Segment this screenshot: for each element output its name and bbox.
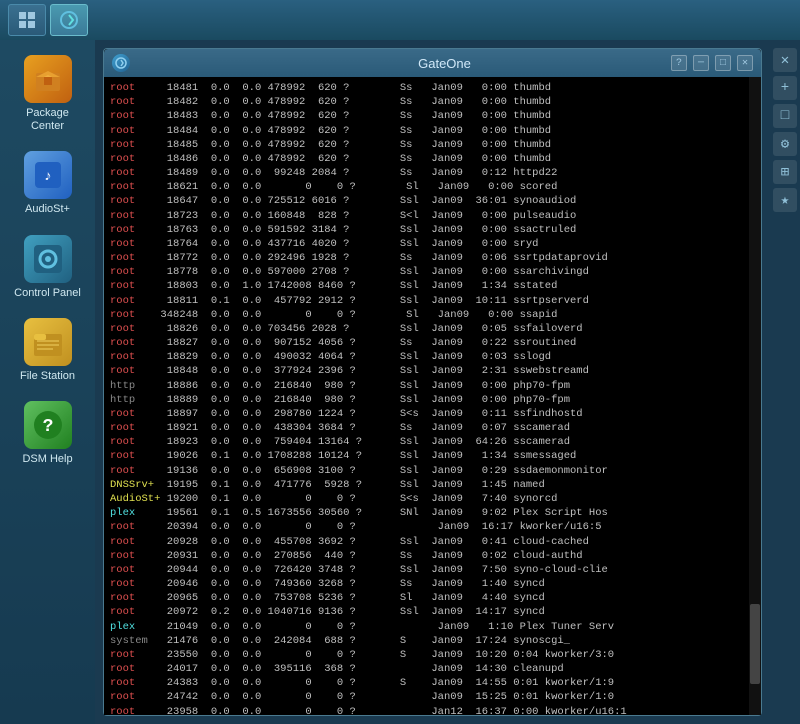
audiost-label: AudioSt+ xyxy=(25,203,70,216)
sidebar-item-control-panel[interactable]: Control Panel xyxy=(8,230,88,305)
taskbar xyxy=(0,0,800,40)
sidebar-item-dsm-help[interactable]: ? DSM Help xyxy=(8,396,88,471)
dsm-help-label: DSM Help xyxy=(22,453,72,466)
right-star-btn[interactable]: ★ xyxy=(773,188,797,212)
main-layout: Package Center ♪ AudioSt+ Control Panel xyxy=(0,40,800,724)
terminal-window: GateOne ? ─ □ ✕ root 18481 0.0 0.0 47899… xyxy=(103,48,762,716)
sidebar-item-audiost[interactable]: ♪ AudioSt+ xyxy=(8,146,88,221)
sidebar-item-file-station[interactable]: File Station xyxy=(8,313,88,388)
right-screen-btn[interactable]: □ xyxy=(773,104,797,128)
scroll-thumb[interactable] xyxy=(750,604,760,684)
terminal-minimize-btn[interactable]: ─ xyxy=(693,55,709,71)
right-grid-btn[interactable]: ⊞ xyxy=(773,160,797,184)
svg-text:?: ? xyxy=(42,417,53,437)
terminal-scrollbar[interactable] xyxy=(749,77,761,715)
terminal-maximize-btn[interactable]: □ xyxy=(715,55,731,71)
terminal-body[interactable]: root 18481 0.0 0.0 478992 620 ? Ss Jan09… xyxy=(104,77,761,715)
package-center-label: Package Center xyxy=(13,107,83,133)
audiost-icon: ♪ xyxy=(24,151,72,199)
sidebar: Package Center ♪ AudioSt+ Control Panel xyxy=(0,40,95,724)
right-sidebar: ✕ + □ ⚙ ⊞ ★ xyxy=(770,40,800,724)
right-close-btn[interactable]: ✕ xyxy=(773,48,797,72)
control-panel-label: Control Panel xyxy=(14,287,81,300)
terminal-close-btn[interactable]: ✕ xyxy=(737,55,753,71)
svg-text:♪: ♪ xyxy=(43,169,51,185)
sidebar-item-package-center[interactable]: Package Center xyxy=(8,50,88,138)
dsm-help-icon: ? xyxy=(24,401,72,449)
terminal-title-text: GateOne xyxy=(136,56,753,71)
content-area: GateOne ? ─ □ ✕ root 18481 0.0 0.0 47899… xyxy=(95,40,770,724)
terminal-titlebar: GateOne ? ─ □ ✕ xyxy=(104,49,761,77)
file-station-icon xyxy=(24,318,72,366)
package-center-icon xyxy=(24,55,72,103)
control-panel-icon xyxy=(24,235,72,283)
gateone-taskbar-btn[interactable] xyxy=(50,4,88,36)
terminal-output: root 18481 0.0 0.0 478992 620 ? Ss Jan09… xyxy=(110,81,755,715)
right-add-btn[interactable]: + xyxy=(773,76,797,100)
file-station-label: File Station xyxy=(20,370,75,383)
terminal-title-icon xyxy=(112,54,130,72)
right-settings-btn[interactable]: ⚙ xyxy=(773,132,797,156)
terminal-help-btn[interactable]: ? xyxy=(671,55,687,71)
terminal-controls: ? ─ □ ✕ xyxy=(671,55,753,71)
apps-taskbar-btn[interactable] xyxy=(8,4,46,36)
